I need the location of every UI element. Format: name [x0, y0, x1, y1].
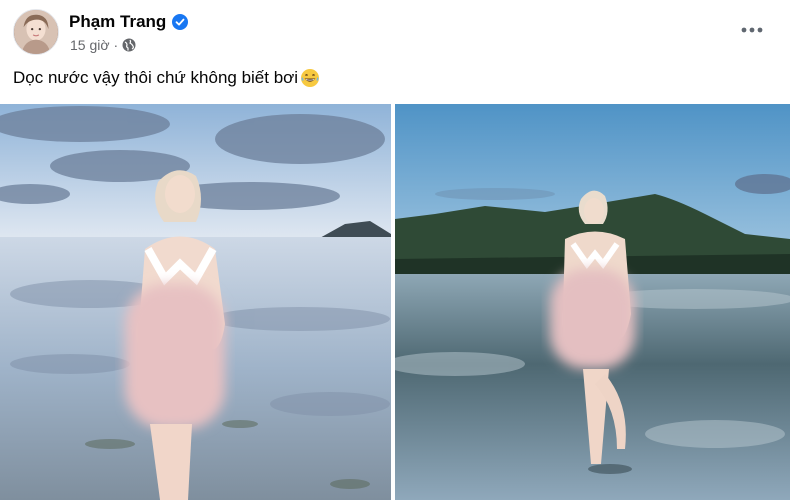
beach-photo-1[interactable] — [0, 104, 391, 500]
post-meta: 15 giờ · — [70, 37, 136, 53]
post-timestamp[interactable]: 15 giờ — [70, 37, 110, 53]
post-header: Phạm Trang 15 giờ · — [0, 0, 790, 62]
author-avatar[interactable] — [13, 9, 59, 55]
more-options-button[interactable] — [734, 16, 770, 44]
globe-icon[interactable] — [122, 38, 136, 52]
beach-photo-2[interactable] — [395, 104, 790, 500]
post-caption: Dọc nước vậy thôi chứ không biết bơi — [13, 68, 320, 88]
meta-separator: · — [113, 37, 119, 53]
grinning-sweat-emoji-icon — [300, 68, 320, 88]
caption-text: Dọc nước vậy thôi chứ không biết bơi — [13, 68, 299, 87]
author-row: Phạm Trang — [69, 12, 189, 32]
verified-badge-icon — [172, 14, 189, 30]
author-name[interactable]: Phạm Trang — [69, 12, 166, 32]
more-options-icon — [741, 27, 763, 33]
